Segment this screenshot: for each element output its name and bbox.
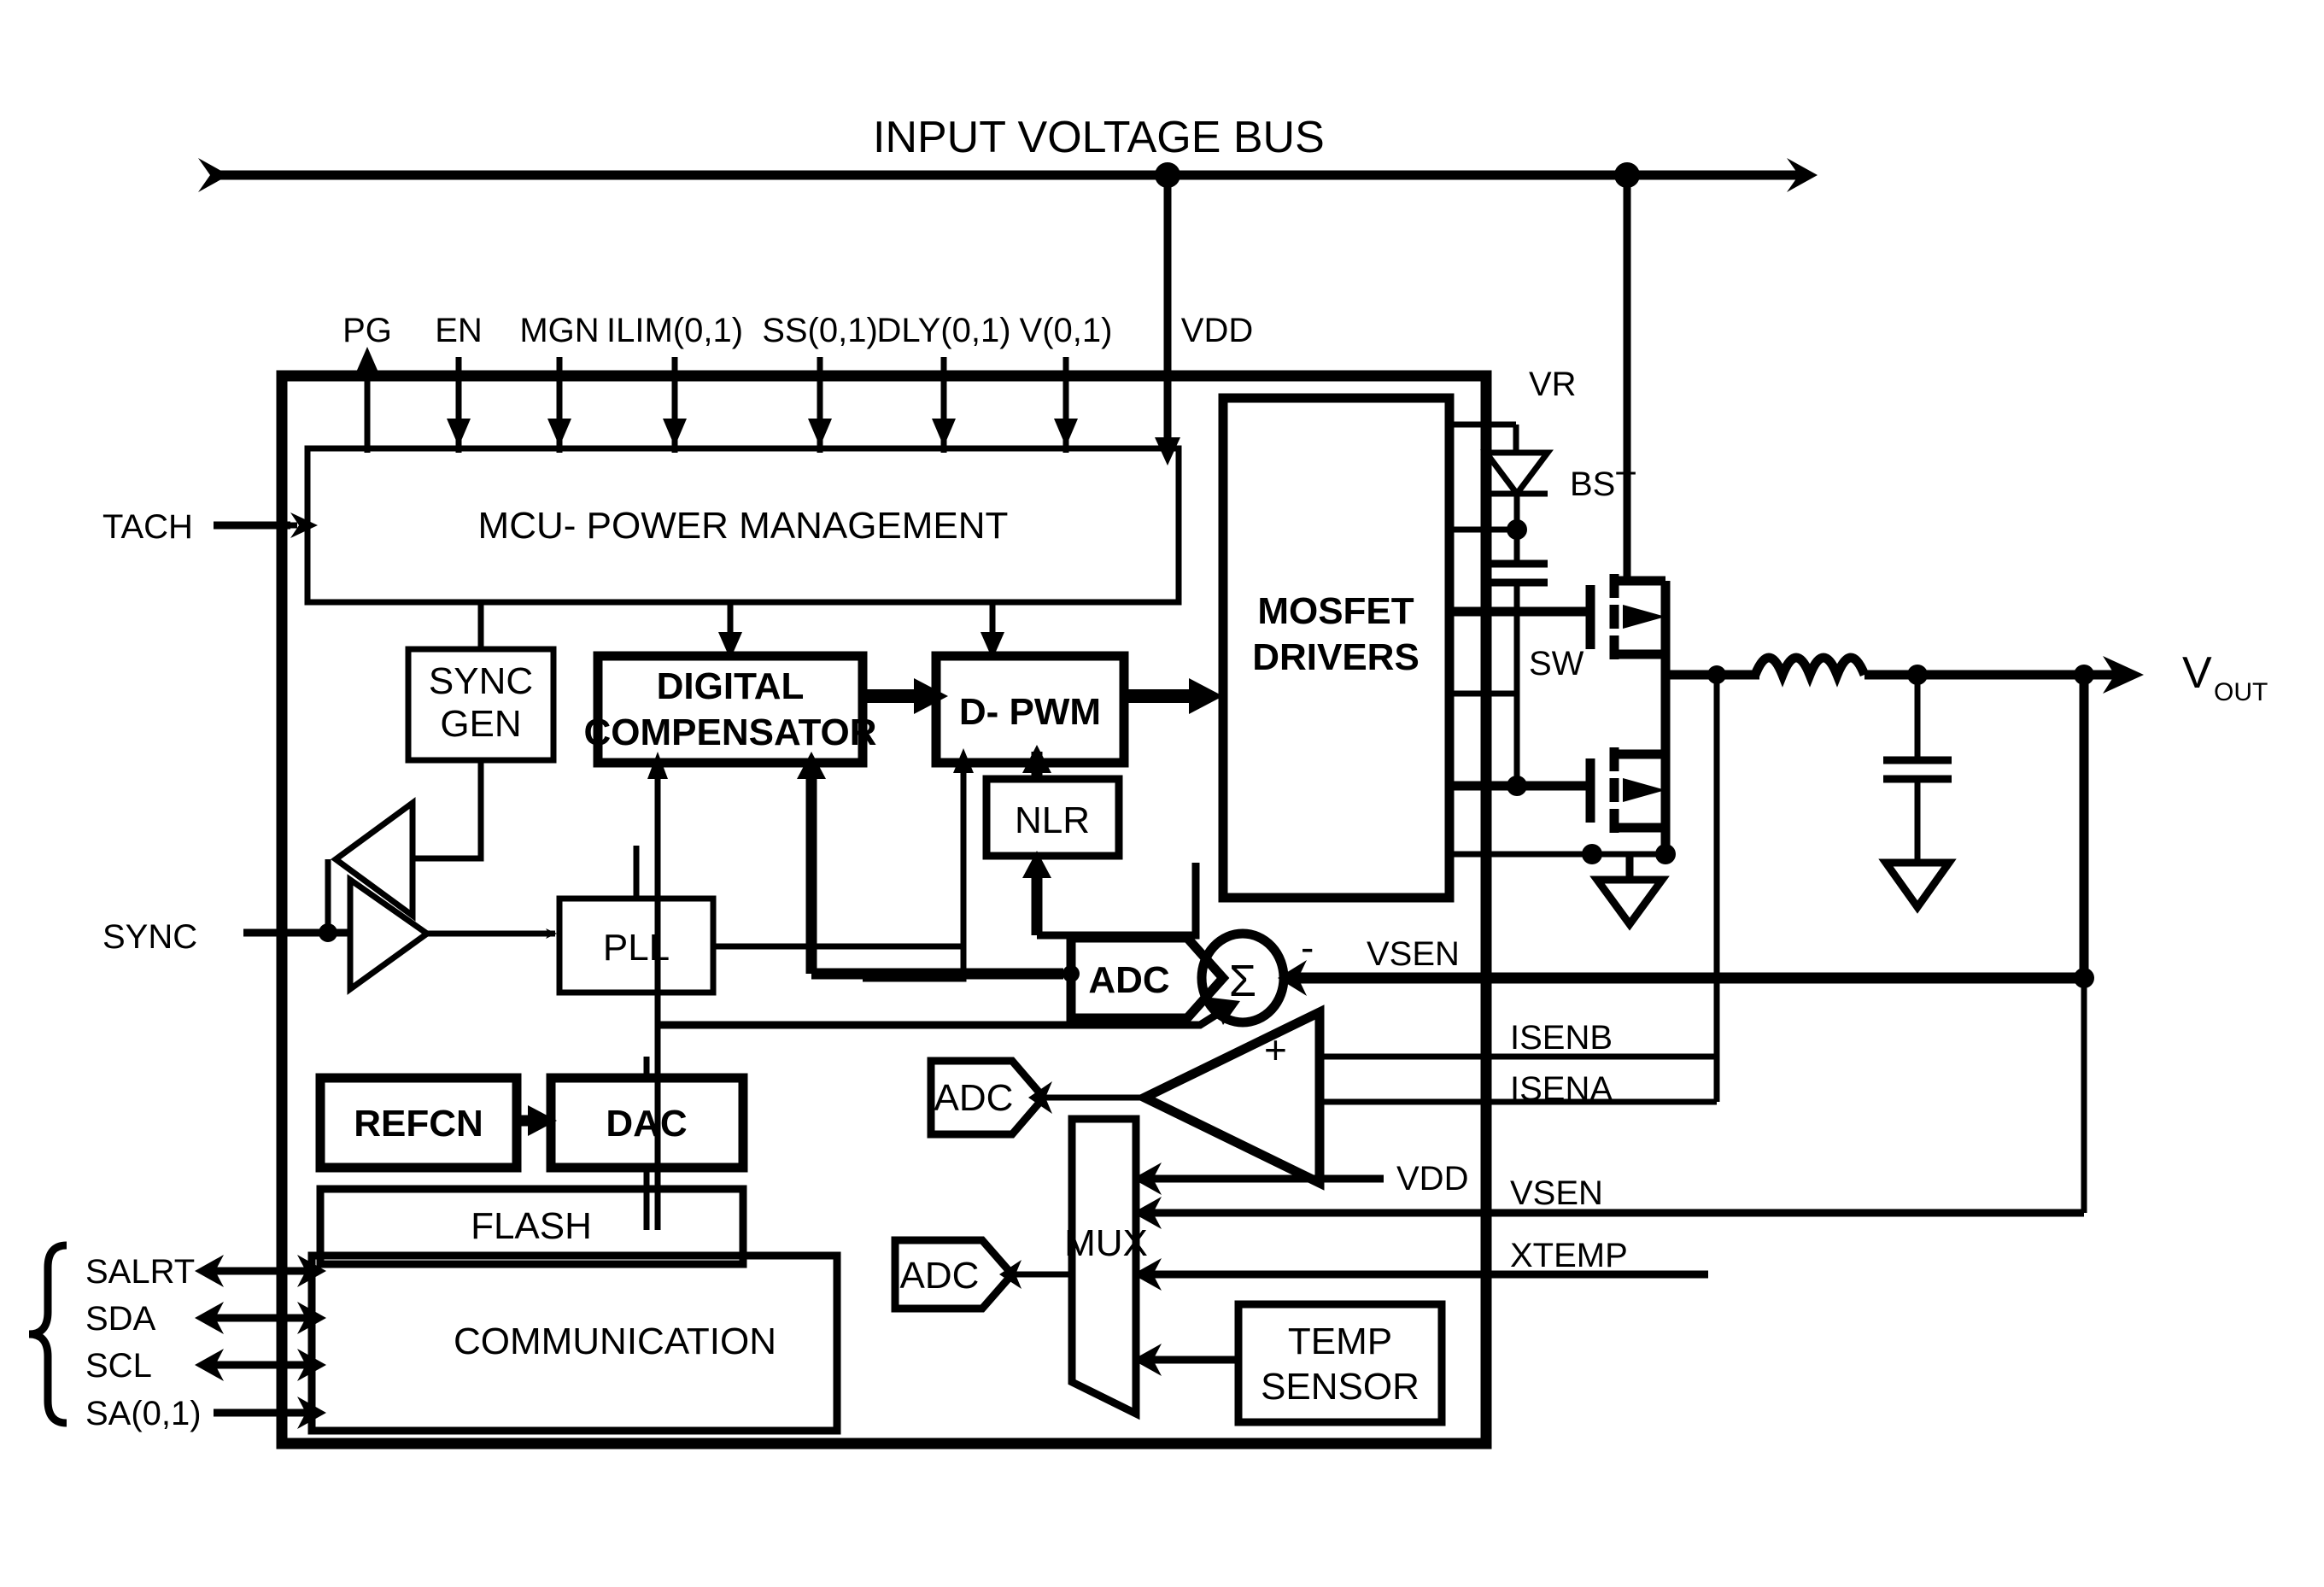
pin-label-salrt: SALRT — [85, 1253, 195, 1291]
block-mcu-label: MCU- POWER MANAGEMENT — [478, 505, 1009, 547]
pin-label-sw: SW — [1529, 645, 1584, 682]
block-drivers-line2: DRIVERS — [1252, 636, 1420, 678]
top-pin-label-v01: V(0,1) — [1020, 312, 1113, 349]
block-diagram-canvas: INPUT VOLTAGE BUS PG EN MGN ILIM(0,1) SS… — [0, 0, 2324, 1587]
top-pin-label-en: EN — [435, 312, 483, 349]
block-drivers-line1: MOSFET — [1257, 590, 1414, 632]
pin-label-scl: SCL — [85, 1347, 152, 1385]
pin-label-bst: BST — [1570, 466, 1636, 503]
pin-label-isenb: ISENB — [1510, 1019, 1613, 1057]
block-temp-line2: SENSOR — [1261, 1366, 1420, 1408]
pin-label-vsen-fb: VSEN — [1367, 935, 1460, 973]
block-digcomp-line2: COMPENSATOR — [583, 712, 876, 753]
top-pin-label-ss: SS(0,1) — [762, 312, 878, 349]
top-pin-label-ilim: ILIM(0,1) — [606, 312, 743, 349]
pin-label-vr: VR — [1529, 366, 1577, 403]
block-sync-gen-line1: SYNC — [429, 660, 533, 702]
top-pin-label-dly: DLY(0,1) — [876, 312, 1010, 349]
pin-label-vdd-mux: VDD — [1396, 1160, 1468, 1198]
block-dpwm-label: D- PWM — [959, 691, 1101, 733]
pin-label-sa01: SA(0,1) — [85, 1395, 202, 1432]
block-mux-label: MUX — [1064, 1222, 1148, 1264]
block-adc-mux-label: ADC — [900, 1255, 980, 1297]
pin-label-sync: SYNC — [102, 918, 197, 956]
top-pin-label-mgn: MGN — [519, 312, 599, 349]
pin-label-sda: SDA — [85, 1300, 156, 1338]
block-adc-feedback-label: ADC — [1088, 959, 1169, 1001]
bus-title: INPUT VOLTAGE BUS — [873, 113, 1325, 162]
output-label: V — [2182, 648, 2212, 698]
block-sync-gen-line2: GEN — [440, 703, 521, 745]
top-pin-label-pg: PG — [342, 312, 392, 349]
block-adc-isense-label: ADC — [934, 1077, 1014, 1119]
block-flash-label: FLASH — [471, 1205, 592, 1247]
block-refcn-label: REFCN — [354, 1103, 483, 1145]
top-pin-label-vdd: VDD — [1181, 312, 1253, 349]
pin-label-xtemp: XTEMP — [1510, 1237, 1628, 1274]
block-digcomp-line1: DIGITAL — [657, 665, 805, 707]
block-communication-label: COMMUNICATION — [454, 1321, 776, 1362]
power-converter-block-diagram: INPUT VOLTAGE BUS PG EN MGN ILIM(0,1) SS… — [0, 0, 2324, 1587]
output-label-sub: OUT — [2214, 678, 2268, 706]
summing-junction-symbol: Σ — [1229, 957, 1256, 1006]
block-dac-label: DAC — [606, 1103, 687, 1145]
pin-label-vsen-mux: VSEN — [1510, 1174, 1603, 1212]
block-temp-line1: TEMP — [1288, 1321, 1392, 1362]
pin-label-tach: TACH — [102, 508, 193, 546]
background — [0, 0, 2324, 1587]
block-nlr-label: NLR — [1015, 799, 1090, 841]
